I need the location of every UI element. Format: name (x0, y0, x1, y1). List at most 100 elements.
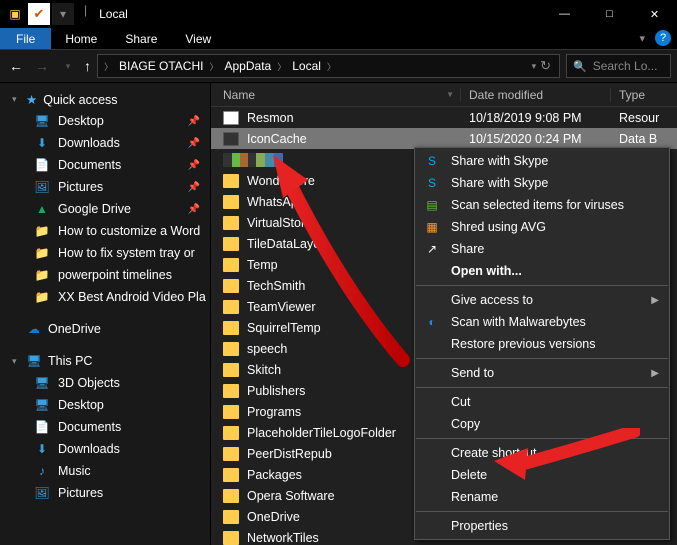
pin-icon: 📌 (188, 160, 204, 171)
menu-label: Share with Skype (451, 154, 548, 168)
doc-icon: 📄 (34, 419, 50, 435)
menu-item[interactable]: Restore previous versions (415, 333, 669, 355)
file-icon (223, 258, 239, 272)
sidebar-label: Quick access (43, 93, 117, 107)
pic-icon: 🖼 (34, 485, 50, 501)
sidebar-item-label: Desktop (58, 398, 104, 412)
menu-icon: ◐ (423, 315, 441, 329)
sidebar-item[interactable]: ♪Music (0, 460, 210, 482)
breadcrumb[interactable]: AppData (221, 59, 276, 73)
menu-item[interactable]: ▤Scan selected items for viruses (415, 194, 669, 216)
file-name: VirtualStore (247, 216, 312, 230)
menu-item[interactable]: Send to▶ (415, 362, 669, 384)
sidebar-item[interactable]: 📁XX Best Android Video Pla (0, 286, 210, 308)
table-row[interactable]: IconCache10/15/2020 0:24 PMData B (211, 128, 677, 149)
this-pc-header[interactable]: ▾🖥 This PC (0, 350, 210, 372)
breadcrumb[interactable]: BIAGE OTACHI (115, 59, 207, 73)
menu-icon: S (423, 154, 441, 168)
file-icon (223, 510, 239, 524)
tab-share[interactable]: Share (111, 28, 171, 49)
menu-label: Send to (451, 366, 494, 380)
menu-item[interactable]: ▦Shred using AVG (415, 216, 669, 238)
desk-icon: 🖥 (34, 375, 50, 391)
file-icon (223, 300, 239, 314)
file-name: SquirrelTemp (247, 321, 321, 335)
sidebar-item[interactable]: ⬇Downloads📌 (0, 132, 210, 154)
help-icon[interactable]: ? (655, 30, 671, 46)
sidebar-item-label: Documents (58, 420, 121, 434)
file-name: PlaceholderTileLogoFolder (247, 426, 396, 440)
menu-item[interactable]: Create shortcut (415, 442, 669, 464)
file-name: PeerDistRepub (247, 447, 332, 461)
menu-item[interactable]: Properties (415, 515, 669, 537)
checkmark-icon: ✔ (28, 3, 50, 25)
sidebar-item[interactable]: ⬇ Downloads (0, 438, 210, 460)
history-dropdown[interactable]: ▾ (58, 61, 78, 72)
menu-item[interactable]: ↗Share (415, 238, 669, 260)
menu-item[interactable]: Rename (415, 486, 669, 508)
sidebar-item[interactable]: 📄 Documents (0, 416, 210, 438)
file-name: TechSmith (247, 279, 305, 293)
sidebar-item[interactable]: 📁How to customize a Word (0, 220, 210, 242)
table-row[interactable]: Resmon10/18/2019 9:08 PMResour (211, 107, 677, 128)
sidebar-label: This PC (48, 354, 92, 368)
sidebar-item[interactable]: 🖥3D Objects (0, 372, 210, 394)
qat-dropdown[interactable]: ▾ (52, 3, 74, 25)
sidebar-item[interactable]: 🖥Desktop (0, 394, 210, 416)
sidebar-item-label: Desktop (58, 114, 104, 128)
sidebar-item-label: Google Drive (58, 202, 131, 216)
sidebar-item[interactable]: ▲ Google Drive 📌 (0, 198, 210, 220)
menu-item[interactable]: ◐ Scan with Malwarebytes (415, 311, 669, 333)
sidebar-item-label: Downloads (58, 442, 120, 456)
col-type[interactable]: Type (611, 88, 645, 102)
file-name: OneDrive (247, 510, 300, 524)
sidebar-item[interactable]: 📁How to fix system tray or (0, 242, 210, 264)
fld-icon: 📁 (34, 223, 50, 239)
file-icon (223, 363, 239, 377)
file-name: NetworkTiles (247, 531, 319, 545)
sidebar-label: OneDrive (48, 322, 101, 336)
menu-label: Share with Skype (451, 176, 548, 190)
address-bar[interactable]: 〉 BIAGE OTACHI 〉 AppData 〉 Local 〉 ▾ ↻ (97, 54, 560, 78)
sidebar-item[interactable]: 📄Documents📌 (0, 154, 210, 176)
menu-item[interactable]: Delete (415, 464, 669, 486)
menu-item[interactable]: SShare with Skype (415, 172, 669, 194)
ribbon-caret[interactable]: ▾ (639, 32, 645, 45)
sidebar-item[interactable]: 📁powerpoint timelines (0, 264, 210, 286)
sidebar-item[interactable]: 🖼Pictures📌 (0, 176, 210, 198)
tab-view[interactable]: View (171, 28, 225, 49)
maximize-button[interactable]: □ (587, 0, 632, 28)
breadcrumb[interactable]: Local (288, 59, 325, 73)
up-button[interactable]: ↑ (84, 58, 91, 74)
menu-item[interactable]: Copy (415, 413, 669, 435)
file-icon (223, 321, 239, 335)
pin-icon: 📌 (188, 204, 204, 215)
menu-item[interactable]: Cut (415, 391, 669, 413)
forward-button[interactable]: → (32, 58, 52, 74)
quick-access-header[interactable]: ▾★ Quick access (0, 89, 210, 110)
tab-home[interactable]: Home (51, 28, 111, 49)
minimize-button[interactable]: ― (542, 0, 587, 28)
file-name: Publishers (247, 384, 305, 398)
search-input[interactable]: 🔍 Search Lo... (566, 54, 671, 78)
file-type: Data B (611, 132, 657, 146)
sidebar-item[interactable]: 🖥Desktop📌 (0, 110, 210, 132)
menu-item[interactable]: Open with... (415, 260, 669, 282)
col-name[interactable]: Name (223, 88, 255, 102)
menu-label: Scan with Malwarebytes (451, 315, 586, 329)
col-date[interactable]: Date modified (461, 88, 611, 102)
file-name: Temp (247, 258, 278, 272)
file-icon (223, 384, 239, 398)
back-button[interactable]: ← (6, 58, 26, 74)
dl-icon: ⬇ (34, 441, 50, 457)
menu-item[interactable]: S Share with Skype (415, 150, 669, 172)
close-button[interactable]: ✕ (632, 0, 677, 28)
onedrive-header[interactable]: ▾☁ OneDrive (0, 318, 210, 340)
desk-icon: 🖥 (34, 113, 50, 129)
sidebar-item[interactable]: 🖼Pictures (0, 482, 210, 504)
refresh-button[interactable]: ↻ (536, 58, 555, 74)
menu-item[interactable]: Give access to▶ (415, 289, 669, 311)
column-headers[interactable]: Name▼ Date modified Type (211, 83, 677, 107)
file-tab[interactable]: File (0, 28, 51, 49)
gd-icon: ▲ (34, 201, 50, 217)
